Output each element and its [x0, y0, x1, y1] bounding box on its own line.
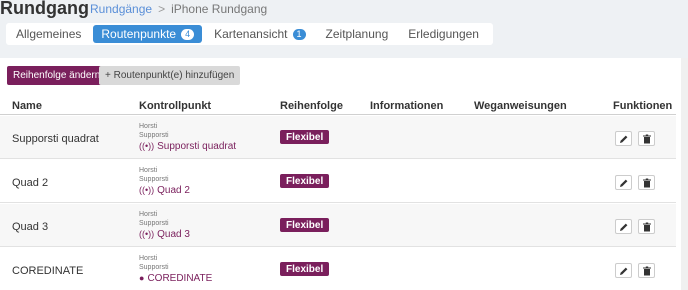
tab-routenpunkte[interactable]: Routenpunkte 4 [93, 25, 203, 43]
header: Rundgang Rundgänge > iPhone Rundgang [0, 0, 688, 18]
order-badge: Flexibel [280, 174, 330, 188]
column-header-reihenfolge: Reihenfolge [280, 100, 343, 112]
delete-button[interactable] [638, 219, 655, 234]
row-name: Quad 2 [12, 177, 49, 189]
count-badge: 1 [292, 28, 306, 40]
breadcrumb-separator: > [158, 2, 166, 16]
table-row: COREDINATE Horsti Supporsti ● COREDINATE … [0, 248, 676, 290]
tab-bar: Allgemeines Routenpunkte 4 Kartenansicht 1… [6, 23, 493, 45]
column-header-weganweisungen: Weganweisungen [474, 100, 567, 112]
breadcrumb-link-rundgaenge[interactable]: Rundgänge [90, 2, 152, 16]
trash-icon [642, 222, 651, 231]
beacon-icon: ((•)) [139, 141, 155, 151]
edit-button[interactable] [615, 175, 632, 190]
checkpoint-link[interactable]: Quad 2 [157, 184, 190, 197]
checkpoint-link[interactable]: Supporsti quadrat [157, 140, 236, 153]
checkpoint-object: Supporsti [139, 132, 169, 139]
tab-label: Allgemeines [16, 27, 82, 41]
page-title: Rundgang [0, 0, 89, 18]
checkpoint-object: Supporsti [139, 176, 169, 183]
edit-button[interactable] [615, 263, 632, 278]
beacon-icon: ((•)) [139, 185, 155, 195]
checkpoint-link[interactable]: Quad 3 [157, 228, 190, 241]
trash-icon [642, 134, 651, 143]
tab-label: Zeitplanung [325, 27, 389, 41]
column-header-name: Name [12, 100, 42, 112]
order-badge: Flexibel [280, 130, 330, 144]
checkpoint-object: Supporsti [139, 220, 169, 227]
tab-erledigungen[interactable]: Erledigungen [400, 25, 487, 43]
order-badge: Flexibel [280, 218, 330, 232]
tab-label: Kartenansicht [214, 27, 288, 41]
breadcrumb-current: iPhone Rundgang [171, 2, 268, 16]
row-name: Quad 3 [12, 221, 49, 233]
tab-label: Routenpunkte [101, 27, 177, 41]
order-badge: Flexibel [280, 262, 330, 276]
tab-zeitplanung[interactable]: Zeitplanung [318, 25, 397, 43]
map-marker-icon: ● [139, 273, 145, 283]
checkpoint-customer: Horsti [139, 211, 158, 218]
pencil-icon [619, 267, 627, 275]
tab-allgemeines[interactable]: Allgemeines [8, 25, 89, 43]
pencil-icon [619, 223, 627, 231]
column-header-informationen: Informationen [370, 100, 444, 112]
table-row: Quad 2 Horsti Supporsti ((•)) Quad 2 Flex… [0, 160, 676, 203]
breadcrumb: Rundgänge > iPhone Rundgang [90, 2, 267, 16]
checkpoint-customer: Horsti [139, 255, 158, 262]
reorder-button[interactable]: Reihenfolge ändern [7, 66, 107, 85]
checkpoint-cell: Horsti Supporsti ((•)) Quad 2 [139, 166, 190, 197]
trash-icon [642, 266, 651, 275]
checkpoint-customer: Horsti [139, 167, 158, 174]
edit-button[interactable] [615, 131, 632, 146]
row-name: COREDINATE [12, 265, 84, 277]
checkpoint-object: Supporsti [139, 264, 169, 271]
add-routepoint-button[interactable]: + Routenpunkt(e) hinzufügen [99, 66, 241, 85]
column-header-funktionen: Funktionen [613, 100, 673, 112]
table-row: Supporsti quadrat Horsti Supporsti ((•))… [0, 116, 676, 159]
pencil-icon [619, 135, 627, 143]
row-name: Supporsti quadrat [12, 133, 99, 145]
checkpoint-cell: Horsti Supporsti ● COREDINATE [139, 254, 212, 285]
beacon-icon: ((•)) [139, 229, 155, 239]
main-panel: Reihenfolge ändern + Routenpunkt(e) hinz… [0, 58, 688, 290]
tab-label: Erledigungen [408, 27, 479, 41]
table-header: Name Kontrollpunkt Reihenfolge Informati… [0, 98, 676, 115]
count-badge: 4 [181, 28, 195, 40]
checkpoint-link[interactable]: COREDINATE [147, 272, 212, 285]
pencil-icon [619, 179, 627, 187]
delete-button[interactable] [638, 131, 655, 146]
delete-button[interactable] [638, 263, 655, 278]
delete-button[interactable] [638, 175, 655, 190]
checkpoint-cell: Horsti Supporsti ((•)) Supporsti quadrat [139, 122, 236, 153]
tab-kartenansicht[interactable]: Kartenansicht 1 [206, 25, 313, 43]
scrollbar[interactable] [681, 58, 688, 290]
column-header-kontrollpunkt: Kontrollpunkt [139, 100, 212, 112]
edit-button[interactable] [615, 219, 632, 234]
checkpoint-cell: Horsti Supporsti ((•)) Quad 3 [139, 210, 190, 241]
checkpoint-customer: Horsti [139, 123, 158, 130]
table-row: Quad 3 Horsti Supporsti ((•)) Quad 3 Flex… [0, 204, 676, 247]
trash-icon [642, 178, 651, 187]
